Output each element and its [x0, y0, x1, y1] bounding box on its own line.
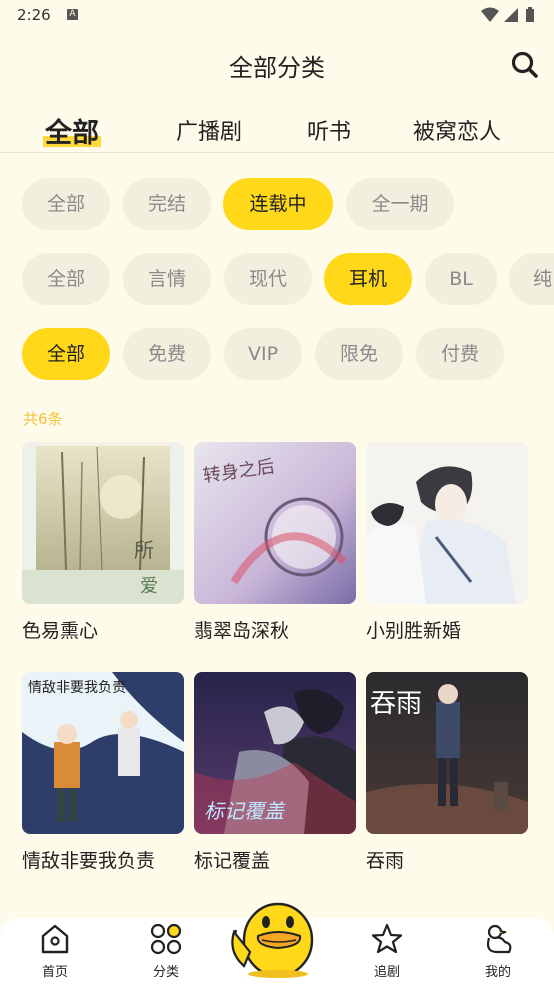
tab-label: 广播剧	[176, 120, 243, 145]
duck-mascot-button[interactable]	[228, 892, 324, 978]
cover-text: 吞雨	[370, 689, 422, 719]
tab-label: 被窝恋人	[413, 120, 502, 145]
drama-title: 标记覆盖	[194, 850, 271, 872]
nav-label: 分类	[152, 965, 179, 980]
status-filter-row: 全部 完结 连载中 全一期	[0, 178, 554, 230]
filter-genre-all[interactable]: 全部	[22, 253, 110, 305]
result-count: 共6条	[23, 410, 63, 428]
drama-cover	[366, 442, 528, 604]
drama-card[interactable]: 小别胜新婚	[366, 442, 528, 643]
tab-audiobook[interactable]: 听书	[307, 114, 351, 146]
drama-card[interactable]: 吞雨 吞雨	[366, 672, 528, 873]
filter-genre-pure[interactable]: 纯	[509, 253, 554, 305]
status-icons	[481, 7, 534, 22]
category-icon	[150, 923, 182, 955]
drama-card[interactable]: 转身之后 翡翠岛深秋	[194, 442, 356, 643]
drama-title: 翡翠岛深秋	[194, 620, 290, 642]
search-icon[interactable]	[510, 50, 540, 80]
drama-cover: 所 爱	[22, 442, 184, 604]
cover-text: 标记覆盖	[204, 799, 286, 823]
drama-card[interactable]: 标记覆盖 标记覆盖	[194, 672, 356, 873]
cover-text: 所	[134, 538, 154, 562]
nav-label: 追剧	[373, 965, 400, 980]
filter-genre-headphone[interactable]: 耳机	[324, 253, 412, 305]
signal-icon	[504, 8, 518, 22]
category-tabs: 全部 广播剧 听书 被窝恋人	[0, 106, 554, 153]
filter-status-serializing[interactable]: 连载中	[223, 178, 333, 230]
status-time: 2:26	[17, 6, 51, 24]
wifi-icon	[481, 7, 499, 22]
filter-price-limited-free[interactable]: 限免	[315, 328, 403, 380]
filter-genre-bl[interactable]: BL	[425, 253, 497, 305]
tab-bed-lover[interactable]: 被窝恋人	[413, 114, 501, 146]
drama-card[interactable]: 所 爱 色易熏心	[22, 442, 184, 643]
filter-price-all[interactable]: 全部	[22, 328, 110, 380]
genre-filter-row: 全部 言情 现代 耳机 BL 纯	[0, 253, 554, 305]
tab-radio-drama[interactable]: 广播剧	[176, 114, 242, 146]
cover-text: 情敌非要我负责	[28, 680, 126, 696]
nav-label: 首页	[41, 965, 68, 980]
drama-cover: 标记覆盖	[194, 672, 356, 834]
nav-label: 我的	[484, 965, 511, 980]
tab-label: 听书	[307, 120, 352, 145]
filter-status-finished[interactable]: 完结	[123, 178, 211, 230]
filter-price-paid[interactable]: 付费	[416, 328, 504, 380]
page-title: 全部分类	[229, 54, 325, 82]
drama-card[interactable]: 情敌非要我负责 情敌非要我负责	[22, 672, 184, 873]
drama-cover: 转身之后	[194, 442, 356, 604]
filter-genre-romance[interactable]: 言情	[123, 253, 211, 305]
drama-title: 情敌非要我负责	[22, 850, 156, 872]
status-bar: 2:26 A	[0, 0, 554, 30]
filter-price-free[interactable]: 免费	[123, 328, 211, 380]
drama-title: 吞雨	[366, 850, 405, 872]
drama-cover: 吞雨	[366, 672, 528, 834]
drama-cover: 情敌非要我负责	[22, 672, 184, 834]
filter-price-vip[interactable]: VIP	[224, 328, 302, 380]
drama-title: 小别胜新婚	[366, 620, 462, 642]
status-notification-icon: A	[67, 9, 78, 20]
drama-title: 色易熏心	[22, 620, 99, 642]
battery-icon	[526, 9, 534, 22]
price-filter-row: 全部 免费 VIP 限免 付费	[0, 328, 554, 380]
tab-all[interactable]: 全部	[43, 111, 101, 150]
tab-label: 全部	[45, 118, 99, 149]
duck-profile-icon	[486, 924, 512, 954]
filter-status-single-episode[interactable]: 全一期	[346, 178, 454, 230]
filter-status-all[interactable]: 全部	[22, 178, 110, 230]
header: 全部分类	[0, 30, 554, 100]
filter-genre-modern[interactable]: 现代	[224, 253, 312, 305]
cover-text: 爱	[140, 576, 158, 597]
star-icon	[371, 923, 403, 954]
home-icon	[41, 924, 69, 954]
